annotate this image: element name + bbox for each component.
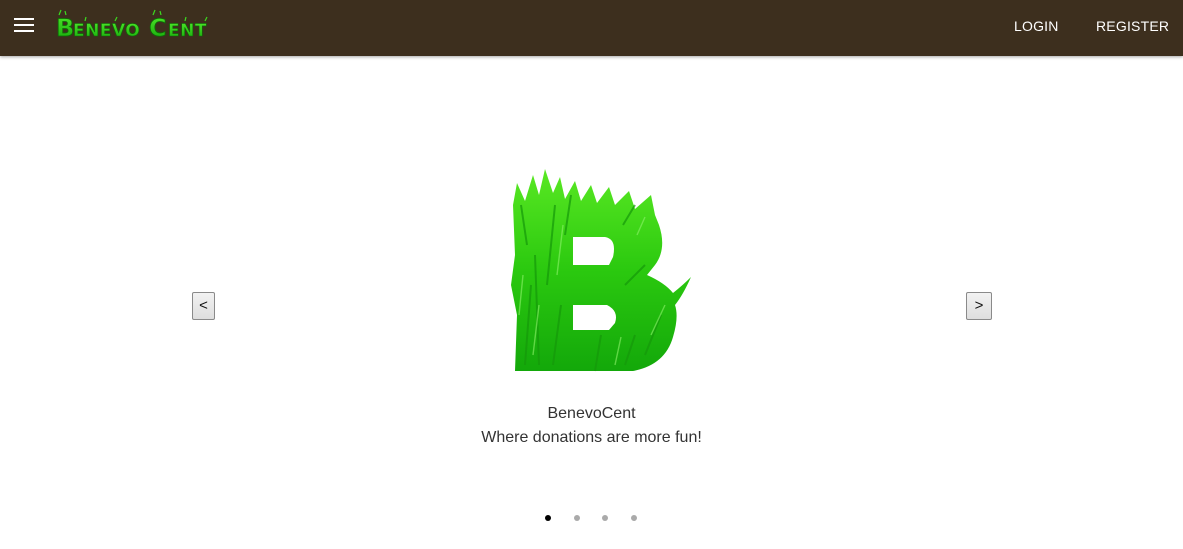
carousel-dot[interactable] [574,515,580,521]
register-link[interactable]: REGISTER [1096,18,1169,34]
slide-subtitle: Where donations are more fun! [481,429,702,446]
carousel-prev-button[interactable]: < [192,292,215,320]
grass-letter-b-logo [505,165,695,375]
hero-carousel: < > BenevoCent Where donations are more … [0,57,1183,549]
svg-text:ENEVO: ENEVO [73,21,140,41]
carousel-dot[interactable] [545,515,551,521]
slide-title: BenevoCent [547,405,636,422]
svg-text:B: B [56,14,74,42]
carousel-dot[interactable] [602,515,608,521]
carousel-dot[interactable] [631,515,637,521]
brand-logo[interactable]: B ENEVO C ENT [55,9,219,43]
carousel-next-button[interactable]: > [966,292,992,320]
top-navigation-bar: B ENEVO C ENT LOGIN REGISTER [0,0,1183,56]
hamburger-menu-icon[interactable] [10,14,38,38]
svg-text:C: C [149,14,167,42]
login-link[interactable]: LOGIN [1014,18,1059,34]
svg-text:ENT: ENT [168,21,207,41]
